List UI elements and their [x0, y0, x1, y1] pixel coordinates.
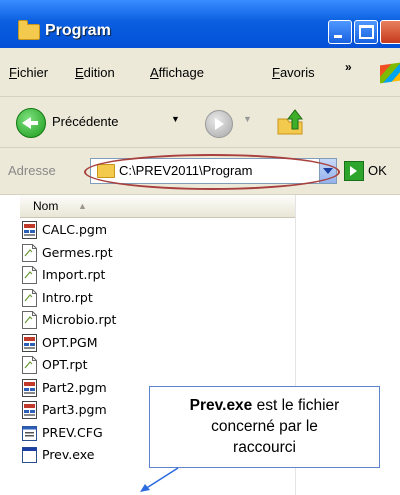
- title-bar[interactable]: Program: [0, 0, 400, 48]
- address-label: Adresse: [8, 163, 56, 178]
- go-button-label[interactable]: OK: [368, 163, 387, 178]
- column-header-name[interactable]: Nom ▲: [20, 195, 295, 218]
- program-icon: [22, 401, 37, 419]
- menu-overflow-chevron-icon[interactable]: »: [345, 60, 352, 74]
- callout-bold: Prev.exe: [189, 397, 253, 414]
- callout-line1: est le fichier: [252, 397, 340, 414]
- forward-arrow-icon[interactable]: [205, 110, 233, 138]
- windows-logo-icon: [380, 62, 400, 84]
- callout-box: Prev.exe est le fichier concerné par le …: [149, 386, 380, 468]
- go-arrow-icon[interactable]: [344, 161, 364, 181]
- program-icon: [22, 378, 37, 397]
- address-bar: Adresse C:\PREV2011\Program OK: [0, 148, 400, 195]
- file-name[interactable]: Germes.rpt: [42, 245, 113, 260]
- report-icon: [22, 266, 37, 284]
- file-name[interactable]: Part2.pgm: [42, 380, 107, 395]
- content-area: Nom ▲ CALC.pgm Germes.rpt Import.rpt Intro.…: [0, 195, 400, 495]
- menu-bar: Fichier Edition Affichage Favoris »: [0, 48, 400, 97]
- menu-favoris[interactable]: Favoris: [272, 65, 315, 80]
- folder-icon: [18, 20, 40, 40]
- program-icon: [22, 221, 37, 239]
- menu-affichage[interactable]: Affichage: [150, 65, 204, 80]
- report-icon: [22, 311, 37, 329]
- file-name[interactable]: Import.rpt: [42, 267, 105, 282]
- column-header-label: Nom: [33, 199, 59, 213]
- address-highlight-ellipse: [84, 154, 340, 190]
- window-title: Program: [45, 22, 111, 39]
- back-dropdown-icon[interactable]: ▼: [171, 114, 180, 124]
- back-arrow-icon[interactable]: [16, 108, 46, 138]
- file-name[interactable]: OPT.rpt: [42, 357, 87, 372]
- file-name[interactable]: CALC.pgm: [42, 222, 107, 237]
- toolbar: Précédente ▼ ▼: [0, 97, 400, 148]
- file-name[interactable]: Microbio.rpt: [42, 312, 116, 327]
- back-button-label[interactable]: Précédente: [52, 114, 119, 129]
- close-button[interactable]: [380, 20, 400, 44]
- file-name[interactable]: Part3.pgm: [42, 402, 107, 417]
- file-name[interactable]: Prev.exe: [42, 447, 94, 462]
- menu-edition[interactable]: Edition: [75, 65, 115, 80]
- callout-line3: raccourci: [233, 439, 296, 456]
- menu-fichier[interactable]: Fichier: [9, 65, 48, 80]
- file-name[interactable]: PREV.CFG: [42, 425, 103, 440]
- file-name[interactable]: OPT.PGM: [42, 335, 98, 350]
- file-name[interactable]: Intro.rpt: [42, 290, 93, 305]
- exe-icon: [22, 446, 37, 464]
- report-icon: [22, 356, 37, 374]
- minimize-button[interactable]: [328, 20, 352, 44]
- sort-arrow-icon: ▲: [78, 201, 87, 211]
- folder-up-icon[interactable]: [275, 107, 305, 137]
- maximize-button[interactable]: [354, 20, 378, 44]
- report-icon: [22, 243, 37, 262]
- report-icon: [22, 288, 37, 307]
- callout-line2: concerné par le: [211, 418, 318, 435]
- forward-dropdown-icon[interactable]: ▼: [243, 114, 252, 124]
- program-icon: [22, 333, 37, 352]
- config-icon: [22, 424, 37, 442]
